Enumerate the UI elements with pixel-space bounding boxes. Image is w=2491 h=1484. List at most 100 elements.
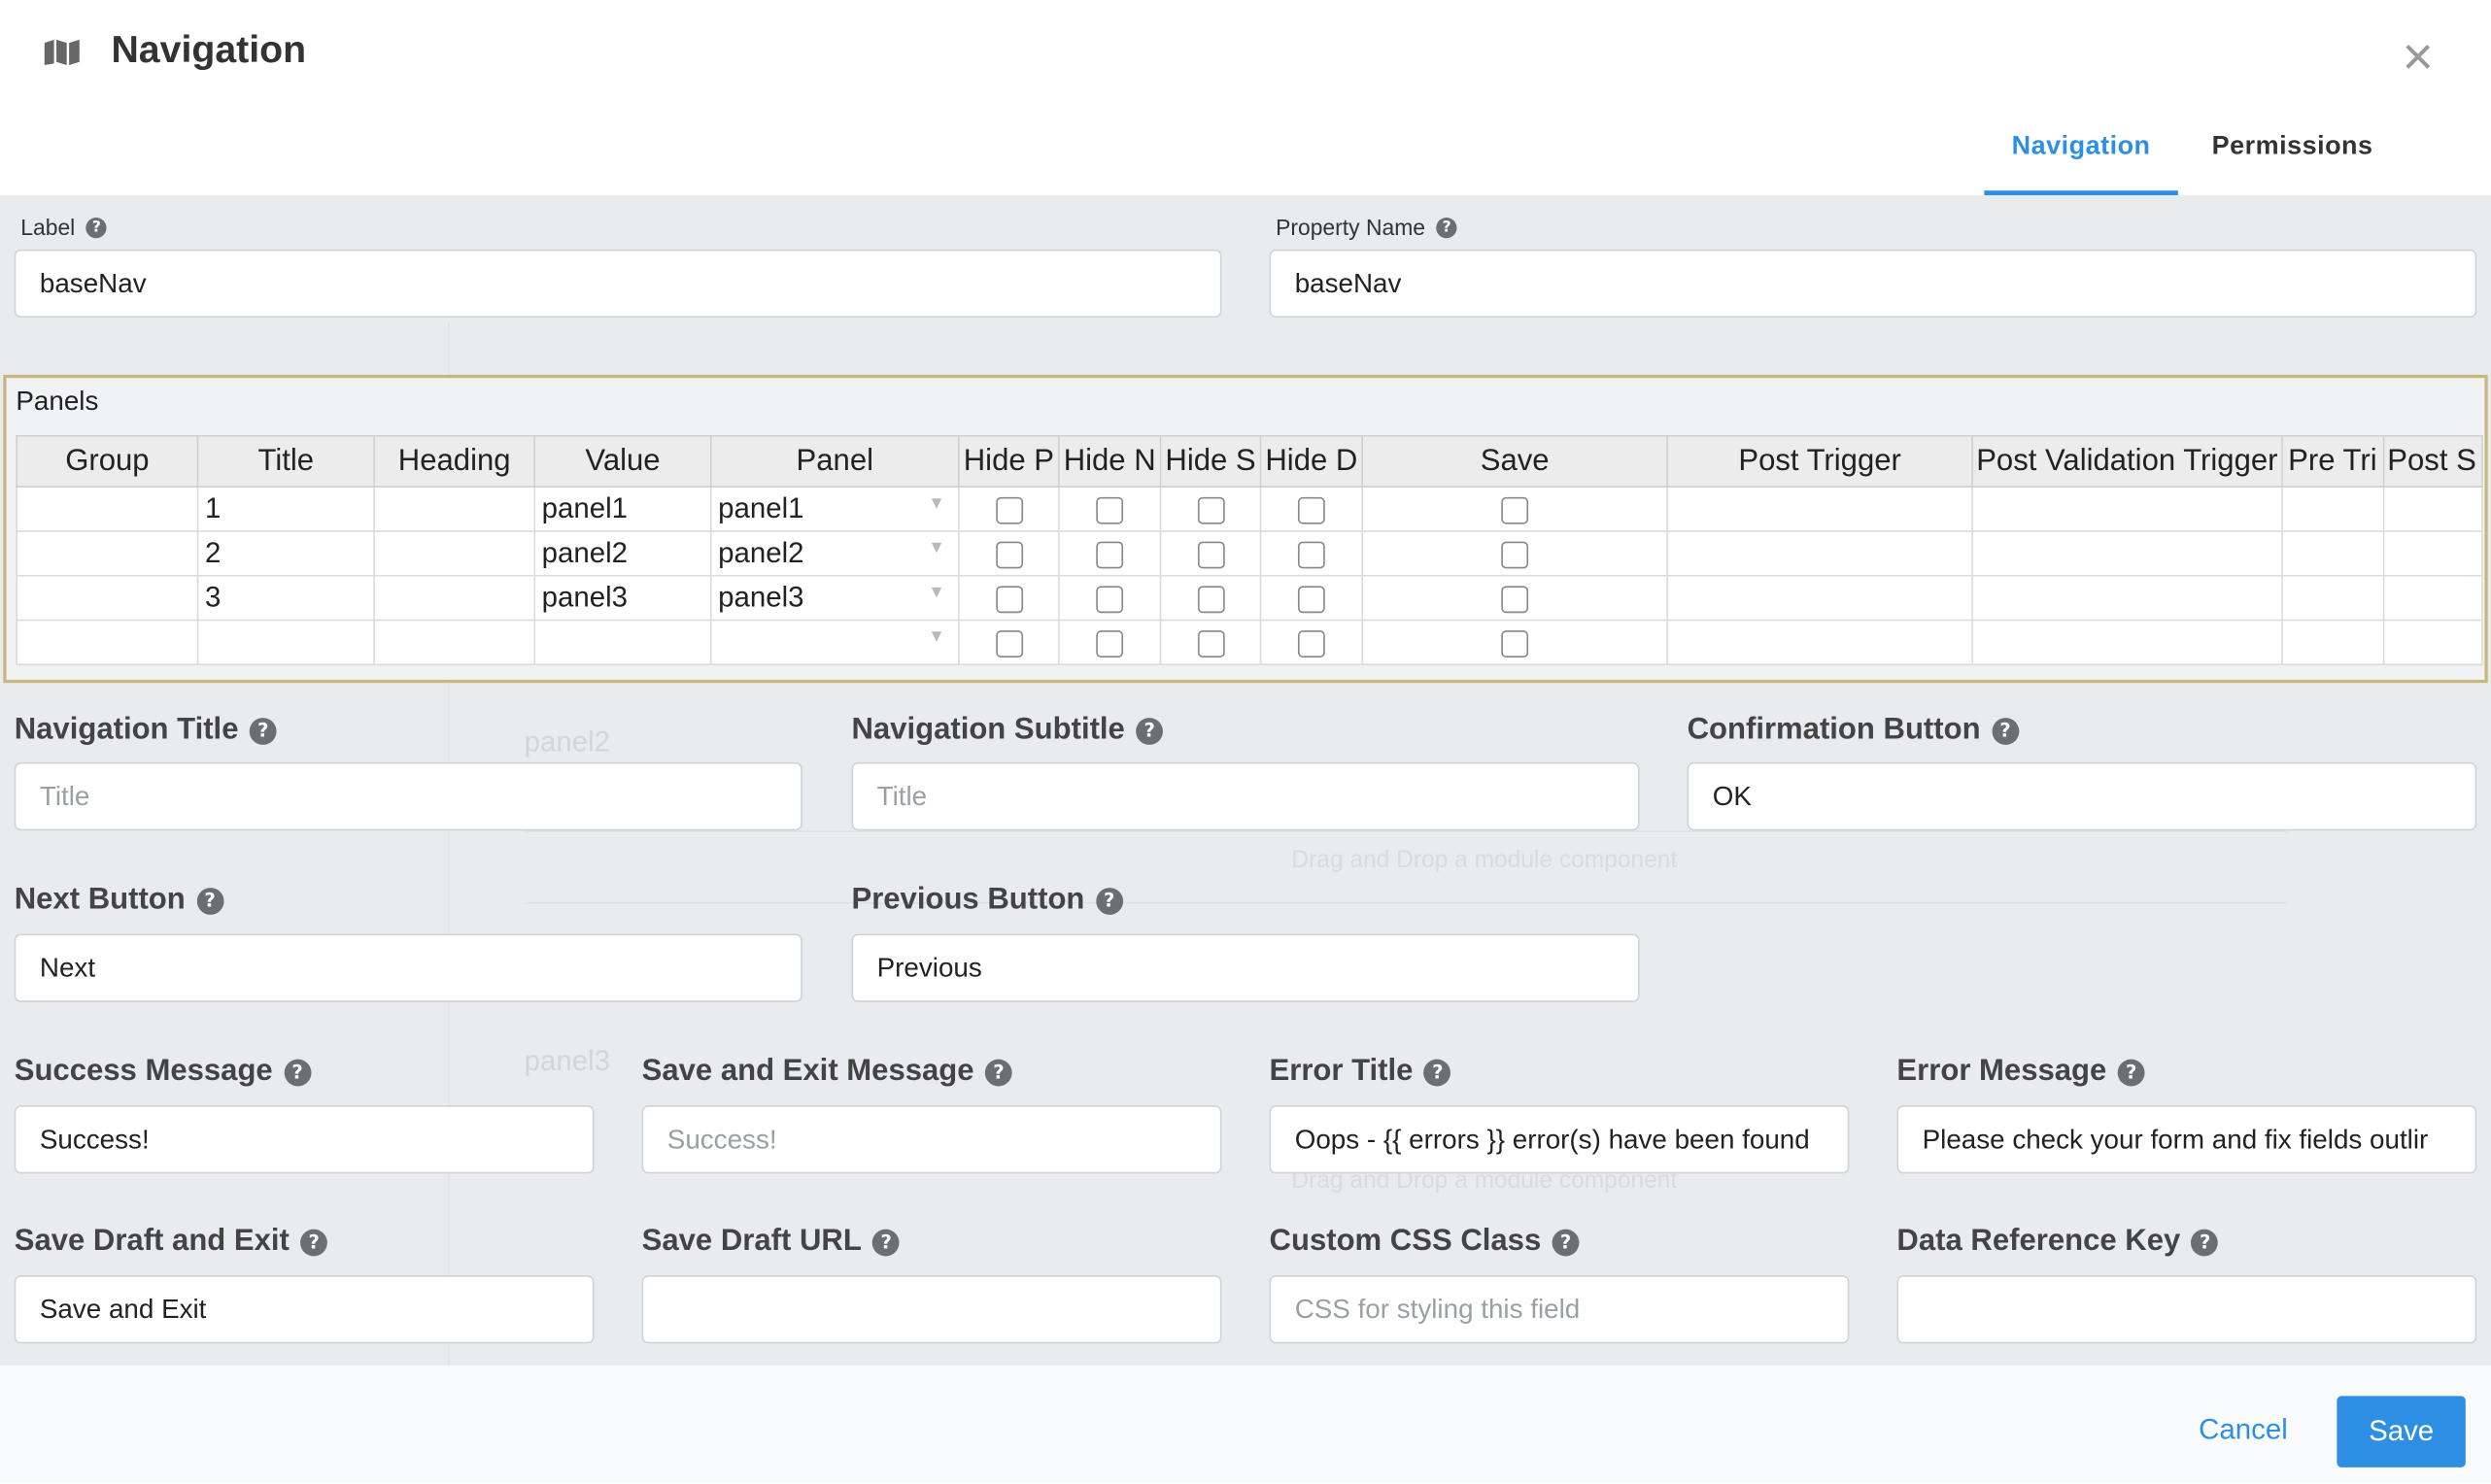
group-cell[interactable] — [16, 530, 199, 577]
column-header[interactable]: Hide S — [1159, 435, 1262, 489]
post-save-cell[interactable] — [2382, 530, 2483, 577]
data-reference-key-input[interactable] — [1896, 1275, 2477, 1344]
panel-select-cell[interactable]: panel3 ▼ — [709, 574, 960, 622]
help-icon[interactable]: ? — [985, 1058, 1012, 1086]
heading-cell[interactable] — [373, 574, 536, 622]
save-checkbox[interactable] — [1501, 496, 1529, 524]
save-draft-exit-input[interactable] — [14, 1275, 595, 1344]
hide-s-checkbox[interactable] — [1197, 629, 1224, 658]
help-icon[interactable]: ? — [85, 217, 107, 238]
help-icon[interactable]: ? — [2191, 1228, 2219, 1256]
help-icon[interactable]: ? — [1552, 1228, 1580, 1256]
cancel-button[interactable]: Cancel — [2199, 1413, 2288, 1446]
table-row[interactable]: 1 panel1 panel1 ▼ — [16, 486, 2483, 532]
save-checkbox[interactable] — [1501, 541, 1529, 568]
help-icon[interactable]: ? — [1136, 717, 1164, 745]
post-trigger-cell[interactable] — [1666, 619, 1973, 666]
help-icon[interactable]: ? — [1423, 1058, 1451, 1086]
hide-s-checkbox[interactable] — [1197, 585, 1224, 613]
hide-p-checkbox[interactable] — [995, 496, 1023, 524]
post-trigger-cell[interactable] — [1666, 574, 1973, 622]
column-header[interactable]: Title — [196, 435, 375, 489]
save-button[interactable]: Save — [2337, 1396, 2466, 1467]
column-header[interactable]: Hide D — [1259, 435, 1364, 489]
value-cell[interactable] — [533, 619, 712, 666]
hide-s-checkbox[interactable] — [1197, 541, 1224, 568]
pre-trigger-cell[interactable] — [2280, 486, 2385, 532]
label-input[interactable] — [14, 249, 1222, 319]
hide-d-checkbox[interactable] — [1297, 496, 1325, 524]
help-icon[interactable]: ? — [872, 1228, 901, 1256]
hide-n-checkbox[interactable] — [1096, 629, 1124, 658]
heading-cell[interactable] — [373, 486, 536, 532]
hide-n-checkbox[interactable] — [1096, 541, 1124, 568]
post-trigger-cell[interactable] — [1666, 486, 1973, 532]
column-header[interactable]: Group — [16, 435, 199, 489]
help-icon[interactable]: ? — [1992, 717, 2019, 745]
post-validation-trigger-cell[interactable] — [1971, 574, 2283, 622]
column-header[interactable]: Pre Tri — [2280, 435, 2385, 489]
hide-d-checkbox[interactable] — [1297, 541, 1325, 568]
post-save-cell[interactable] — [2382, 486, 2483, 532]
table-row[interactable]: 2 panel2 panel2 ▼ — [16, 530, 2483, 577]
panel-select-cell[interactable]: panel1 ▼ — [709, 486, 960, 532]
pre-trigger-cell[interactable] — [2280, 619, 2385, 666]
column-header[interactable]: Heading — [373, 435, 536, 489]
help-icon[interactable]: ? — [249, 717, 277, 745]
column-header[interactable]: Post Validation Trigger — [1971, 435, 2283, 489]
group-cell[interactable] — [16, 574, 199, 622]
column-header[interactable]: Hide P — [958, 435, 1060, 489]
close-icon[interactable]: × — [2396, 30, 2440, 84]
tab-navigation[interactable]: Navigation — [1984, 111, 2178, 196]
post-save-cell[interactable] — [2382, 619, 2483, 666]
heading-cell[interactable] — [373, 619, 536, 666]
property-name-input[interactable] — [1269, 249, 2477, 319]
previous-button-input[interactable] — [851, 933, 1640, 1002]
error-title-input[interactable] — [1269, 1105, 1850, 1174]
table-row[interactable]: ▼ — [16, 619, 2483, 666]
title-cell[interactable]: 1 — [196, 486, 375, 532]
title-cell[interactable]: 2 — [196, 530, 375, 577]
help-icon[interactable]: ? — [1095, 887, 1123, 915]
hide-s-checkbox[interactable] — [1197, 496, 1224, 524]
post-validation-trigger-cell[interactable] — [1971, 486, 2283, 532]
save-checkbox[interactable] — [1501, 629, 1529, 658]
post-save-cell[interactable] — [2382, 574, 2483, 622]
panel-select-cell[interactable]: panel2 ▼ — [709, 530, 960, 577]
hide-p-checkbox[interactable] — [995, 629, 1023, 658]
pre-trigger-cell[interactable] — [2280, 574, 2385, 622]
column-header[interactable]: Hide N — [1058, 435, 1162, 489]
help-icon[interactable]: ? — [300, 1228, 328, 1256]
column-header[interactable]: Save — [1361, 435, 1668, 489]
hide-n-checkbox[interactable] — [1096, 496, 1124, 524]
navigation-title-input[interactable] — [14, 761, 802, 831]
custom-css-input[interactable] — [1269, 1275, 1850, 1344]
dropdown-arrow-icon[interactable]: ▼ — [928, 494, 945, 514]
column-header[interactable]: Value — [533, 435, 712, 489]
help-icon[interactable]: ? — [196, 887, 224, 915]
group-cell[interactable] — [16, 486, 199, 532]
dropdown-arrow-icon[interactable]: ▼ — [928, 538, 945, 557]
save-exit-message-input[interactable] — [641, 1105, 1222, 1174]
column-header[interactable]: Post S — [2382, 435, 2483, 489]
post-validation-trigger-cell[interactable] — [1971, 619, 2283, 666]
hide-d-checkbox[interactable] — [1297, 585, 1325, 613]
value-cell[interactable]: panel3 — [533, 574, 712, 622]
help-icon[interactable]: ? — [284, 1058, 311, 1086]
value-cell[interactable]: panel2 — [533, 530, 712, 577]
title-cell[interactable] — [196, 619, 375, 666]
column-header[interactable]: Panel — [709, 435, 960, 489]
post-validation-trigger-cell[interactable] — [1971, 530, 2283, 577]
success-message-input[interactable] — [14, 1105, 595, 1174]
column-header[interactable]: Post Trigger — [1666, 435, 1973, 489]
value-cell[interactable]: panel1 — [533, 486, 712, 532]
hide-p-checkbox[interactable] — [995, 585, 1023, 613]
post-trigger-cell[interactable] — [1666, 530, 1973, 577]
pre-trigger-cell[interactable] — [2280, 530, 2385, 577]
navigation-subtitle-input[interactable] — [851, 761, 1640, 831]
dropdown-arrow-icon[interactable]: ▼ — [928, 583, 945, 602]
save-draft-url-input[interactable] — [641, 1275, 1222, 1344]
title-cell[interactable]: 3 — [196, 574, 375, 622]
group-cell[interactable] — [16, 619, 199, 666]
hide-d-checkbox[interactable] — [1297, 629, 1325, 658]
